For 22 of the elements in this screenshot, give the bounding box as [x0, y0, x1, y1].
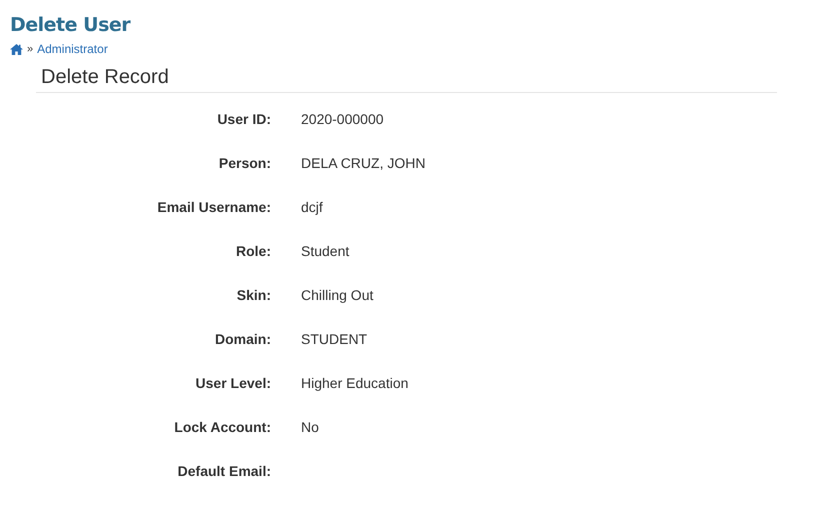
field-label: Email Username:	[157, 199, 271, 215]
field-label: Role:	[236, 243, 271, 259]
field-value: 2020-000000	[301, 111, 384, 127]
page-title: Delete User	[10, 14, 132, 36]
field-value: dcjf	[301, 199, 323, 215]
breadcrumb-link[interactable]: Administrator	[37, 42, 108, 56]
field-label: Domain:	[215, 331, 271, 347]
field-label: Lock Account:	[174, 419, 271, 435]
field-label: Person:	[218, 155, 271, 171]
field-value: Student	[301, 243, 350, 259]
field-value: No	[301, 419, 319, 435]
field-label: Skin:	[236, 287, 271, 303]
field-value: DELA CRUZ, JOHN	[301, 155, 426, 171]
field-label: User Level:	[196, 375, 271, 391]
breadcrumb-separator: »	[27, 43, 34, 55]
field-label: User ID:	[217, 111, 271, 127]
field-value: Chilling Out	[301, 287, 374, 303]
field-value: STUDENT	[301, 331, 368, 347]
section-title: Delete Record	[36, 66, 777, 93]
field-label: Default Email:	[178, 463, 271, 479]
field-value: Higher Education	[301, 375, 408, 391]
home-icon[interactable]	[10, 44, 23, 54]
